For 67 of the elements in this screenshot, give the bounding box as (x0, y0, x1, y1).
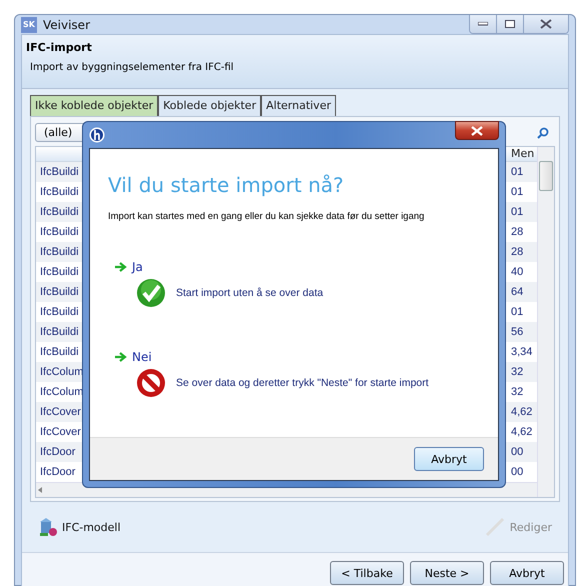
table-cell-text: 4,62 (510, 406, 534, 418)
table-cell-text: IfcBuildi (39, 166, 80, 178)
vertical-scrollbar[interactable] (537, 147, 554, 497)
table-cell-text: 28 (510, 246, 524, 258)
minimize-icon (478, 22, 488, 26)
app-logo-icon (89, 127, 105, 143)
wizard-button[interactable]: < Tilbake (330, 561, 404, 585)
table-cell-text: 3,34 (510, 346, 534, 358)
option-description: Start import uten å se over data (176, 287, 324, 299)
window-title: Veiviser (43, 18, 90, 32)
table-cell-text: IfcBuildi (39, 226, 80, 238)
building-icon (38, 517, 58, 537)
option-link[interactable]: Ja (114, 260, 143, 274)
wizard-button[interactable]: Neste > (410, 561, 484, 585)
prohibited-icon (136, 368, 166, 398)
app-icon: SK (21, 16, 37, 32)
maximize-button[interactable] (497, 15, 524, 33)
minimize-button[interactable] (470, 15, 497, 33)
page-title: IFC-import (26, 41, 93, 54)
table-cell-text: IfcBuildi (39, 286, 80, 298)
close-button[interactable] (524, 15, 568, 33)
option-description: Se over data og deretter trykk "Neste" for starte import (176, 377, 429, 389)
close-icon (540, 19, 552, 29)
search-icon[interactable] (537, 126, 549, 138)
table-cell-text: 32 (510, 386, 524, 398)
wizard-button[interactable]: Avbryt (490, 561, 564, 585)
table-cell-text: IfcColum (39, 366, 84, 378)
ifc-model-button[interactable]: IFC-modell (38, 517, 121, 537)
table-cell-text: IfcColum (39, 386, 84, 398)
table-cell-text: 01 (510, 186, 524, 198)
dialog-message: Import kan startes med en gang eller du kan sjekke data før du setter igang (108, 211, 424, 222)
table-cell-text: IfcBuildi (39, 306, 80, 318)
table-cell-text: 01 (510, 166, 524, 178)
close-icon (471, 126, 483, 136)
table-cell-text: 00 (510, 466, 524, 478)
table-cell-text: IfcBuildi (39, 206, 80, 218)
table-cell-text: 00 (510, 446, 524, 458)
table-cell-text: IfcBuildi (39, 326, 80, 338)
cancel-button[interactable]: Avbryt (414, 447, 484, 471)
table-cell-text: 40 (510, 266, 524, 278)
option-link[interactable]: Nei (114, 350, 152, 364)
table-cell-text: 01 (510, 306, 524, 318)
table-cell-text: 32 (510, 366, 524, 378)
table-cell-text: IfcBuildi (39, 266, 80, 278)
checkmark-icon (136, 278, 166, 308)
tab[interactable]: Ikke koblede objekter (30, 95, 158, 116)
table-cell-text: 56 (510, 326, 524, 338)
table-cell-text: IfcCover (39, 406, 82, 418)
tab[interactable]: Koblede objekter (158, 95, 262, 116)
pencil-icon (484, 516, 506, 538)
page-subtitle: Import av byggningselementer fra IFC-fil (30, 62, 235, 73)
table-cell-text: 28 (510, 226, 524, 238)
table-cell-text: 64 (510, 286, 524, 298)
maximize-icon (505, 20, 515, 28)
tab[interactable]: Alternativer (261, 95, 336, 116)
dialog-title: Vil du starte import nå? (108, 173, 345, 197)
table-cell-text: IfcBuildi (39, 246, 80, 258)
arrow-icon (114, 351, 128, 363)
table-cell-text: IfcDoor (39, 466, 76, 478)
close-button[interactable] (455, 121, 499, 140)
table-cell-text: IfcDoor (39, 446, 76, 458)
table-cell-text: IfcBuildi (39, 346, 80, 358)
arrow-icon (114, 261, 128, 273)
table-cell-text: IfcCover (39, 426, 82, 438)
table-cell-text: IfcBuildi (39, 186, 80, 198)
table-cell-text: 01 (510, 206, 524, 218)
table-cell-text: 4,62 (510, 426, 534, 438)
